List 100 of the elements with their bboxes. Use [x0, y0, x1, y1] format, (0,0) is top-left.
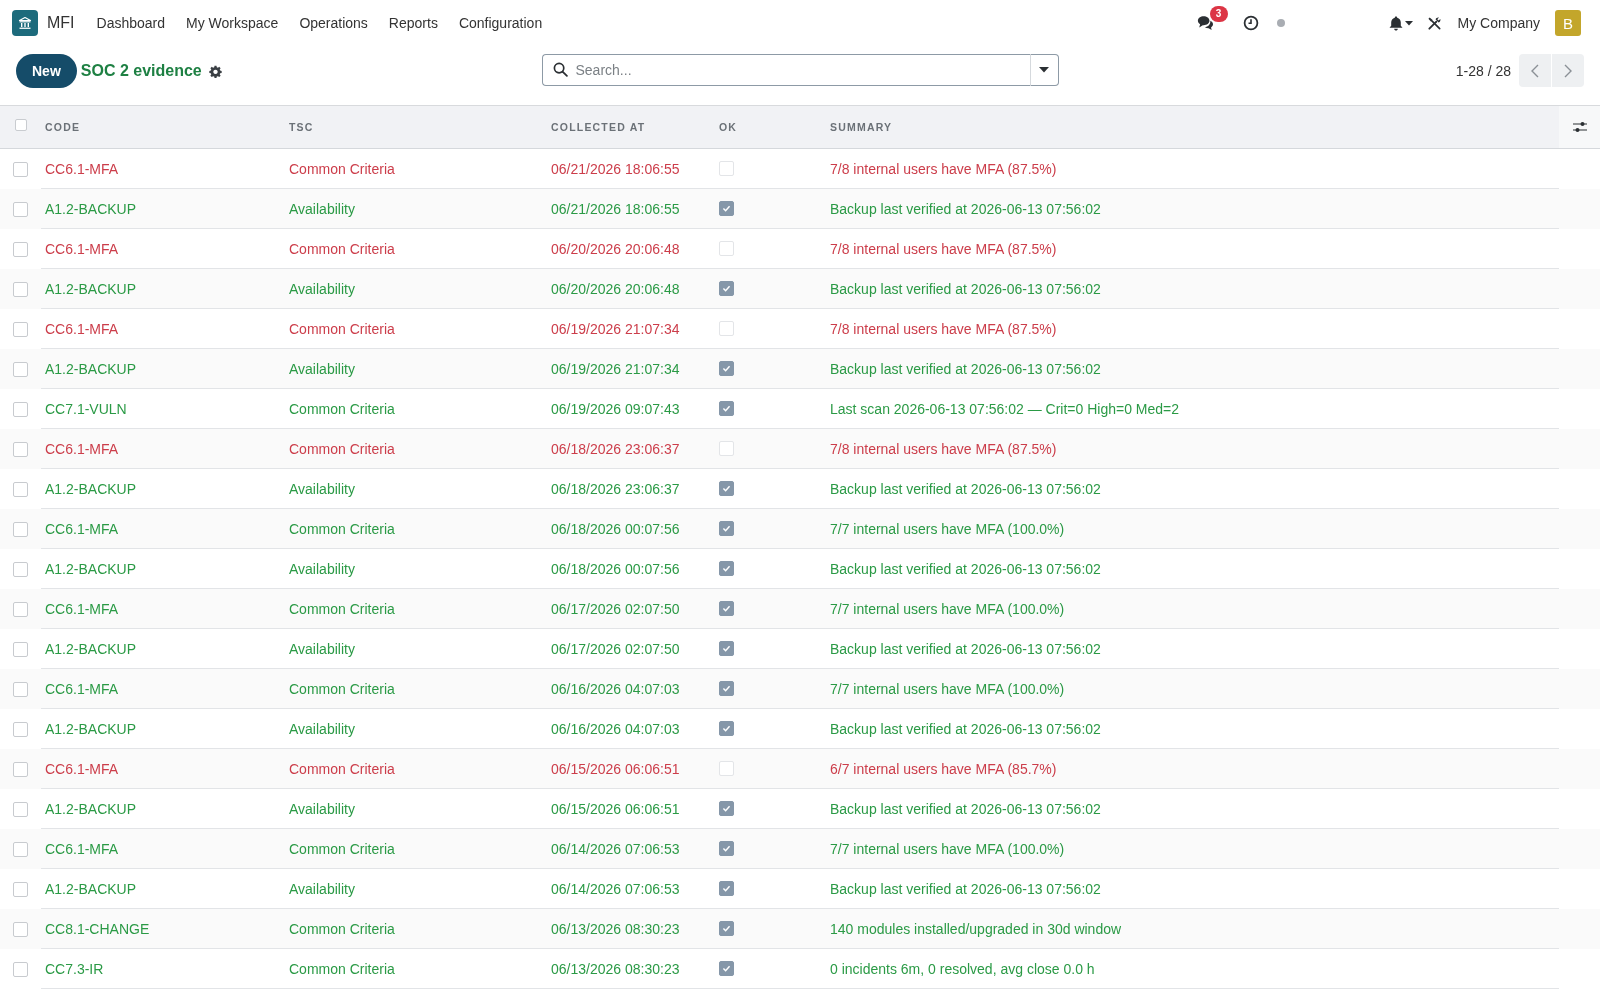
row-checkbox[interactable] [13, 681, 28, 697]
ok-checkbox[interactable] [719, 401, 734, 416]
tick-icon [722, 565, 731, 572]
row-checkbox[interactable] [13, 201, 28, 217]
clock-icon[interactable] [1242, 15, 1259, 31]
row-checkbox[interactable] [13, 961, 28, 977]
building-logo-icon[interactable] [12, 10, 38, 36]
chat-icon[interactable] [1195, 15, 1214, 31]
row-checkbox[interactable] [13, 481, 28, 497]
row-checkbox[interactable] [13, 241, 28, 257]
table-cell: Availability [285, 269, 547, 309]
menu-item[interactable]: My Workspace [186, 15, 279, 31]
ok-checkbox[interactable] [719, 721, 734, 736]
column-header[interactable]: OK [719, 121, 738, 133]
next-page-button[interactable] [1552, 54, 1584, 87]
menu-item[interactable]: Operations [299, 15, 368, 31]
caret-icon[interactable] [1404, 20, 1413, 26]
row-checkbox[interactable] [13, 161, 28, 177]
table-cell: Common Criteria [285, 429, 547, 469]
row-checkbox[interactable] [13, 441, 28, 457]
tick-icon [722, 885, 731, 892]
select-all-checkbox[interactable] [14, 118, 27, 131]
table-cell: CC6.1-MFA [41, 589, 285, 629]
ok-checkbox[interactable] [719, 681, 734, 696]
table-cell: 7/7 internal users have MFA (100.0%) [826, 669, 1559, 709]
table-cell: CC6.1-MFA [41, 829, 285, 869]
row-checkbox[interactable] [13, 401, 28, 417]
row-checkbox[interactable] [13, 361, 28, 377]
column-header[interactable]: COLLECTED AT [551, 121, 646, 133]
table-cell: 06/21/2026 18:06:55 [547, 189, 715, 229]
previous-page-button[interactable] [1519, 54, 1551, 87]
table-cell: Common Criteria [285, 829, 547, 869]
page-title[interactable]: SOC 2 evidence [80, 62, 202, 80]
ok-checkbox[interactable] [719, 361, 734, 376]
tick-icon [722, 645, 731, 652]
row-checkbox[interactable] [13, 921, 28, 937]
row-checkbox[interactable] [13, 281, 28, 297]
ok-checkbox[interactable] [719, 601, 734, 616]
table-cell: Backup last verified at 2026-06-13 07:56:02 [826, 269, 1559, 309]
table-cell: 7/7 internal users have MFA (100.0%) [826, 509, 1559, 549]
table-cell: 140 modules installed/upgraded in 30d window [826, 909, 1559, 949]
ok-checkbox[interactable] [719, 281, 734, 296]
ok-checkbox[interactable] [719, 521, 734, 536]
column-header[interactable]: TSC [289, 121, 314, 133]
tick-icon [722, 965, 731, 972]
column-header[interactable]: SUMMARY [830, 121, 893, 133]
tick-icon [722, 285, 731, 292]
row-checkbox[interactable] [13, 761, 28, 777]
menu-item[interactable]: Dashboard [96, 15, 166, 31]
row-checkbox[interactable] [13, 601, 28, 617]
row-checkbox[interactable] [13, 641, 28, 657]
row-checkbox[interactable] [13, 841, 28, 857]
row-checkbox[interactable] [13, 721, 28, 737]
table-cell: CC6.1-MFA [41, 669, 285, 709]
column-header[interactable]: CODE [45, 121, 81, 133]
company-switcher[interactable]: My Company [1457, 15, 1540, 31]
new-button[interactable]: New [16, 54, 77, 88]
table-cell: Backup last verified at 2026-06-13 07:56:02 [826, 349, 1559, 389]
app-name-link[interactable]: MFI [47, 14, 75, 32]
row-checkbox[interactable] [13, 561, 28, 577]
table-cell: 06/20/2026 20:06:48 [547, 269, 715, 309]
ok-checkbox[interactable] [719, 641, 734, 656]
tick-icon [722, 845, 731, 852]
table-cell: Backup last verified at 2026-06-13 07:56:02 [826, 189, 1559, 229]
tick-icon [722, 405, 731, 412]
table-cell: 06/14/2026 07:06:53 [547, 829, 715, 869]
table-cell: 7/8 internal users have MFA (87.5%) [826, 429, 1559, 469]
bell-icon[interactable] [1388, 15, 1403, 31]
tools-icon[interactable] [1426, 15, 1442, 31]
pager-value[interactable]: 1-28 / 28 [1455, 62, 1511, 79]
settings-icon[interactable] [208, 64, 222, 78]
sliders-icon[interactable] [1572, 121, 1587, 133]
caret-icon [1039, 67, 1049, 73]
table-cell: 06/19/2026 21:07:34 [547, 349, 715, 389]
table-cell: 06/18/2026 23:06:37 [547, 429, 715, 469]
ok-checkbox[interactable] [719, 801, 734, 816]
search-field[interactable]: Search... [541, 54, 1030, 86]
menu-item[interactable]: Reports [388, 15, 438, 31]
row-checkbox[interactable] [13, 321, 28, 337]
search-options-button[interactable] [1029, 54, 1059, 86]
menu-item[interactable]: Configuration [458, 15, 543, 31]
ok-checkbox[interactable] [719, 841, 734, 856]
search-icon [552, 62, 568, 77]
ok-checkbox[interactable] [719, 961, 734, 976]
notification-badge: 3 [1209, 6, 1228, 22]
table-cell: 06/13/2026 08:30:23 [547, 909, 715, 949]
ok-checkbox[interactable] [719, 201, 734, 216]
ok-checkbox[interactable] [719, 481, 734, 496]
table-cell: 7/7 internal users have MFA (100.0%) [826, 589, 1559, 629]
row-checkbox[interactable] [13, 521, 28, 537]
ok-checkbox[interactable] [719, 561, 734, 576]
table-cell: CC8.1-CHANGE [41, 909, 285, 949]
row-checkbox[interactable] [13, 881, 28, 897]
row-checkbox[interactable] [13, 801, 28, 817]
ok-checkbox[interactable] [719, 881, 734, 896]
ok-checkbox[interactable] [719, 921, 734, 936]
table-cell: Availability [285, 189, 547, 229]
tick-icon [722, 725, 731, 732]
table-cell: Common Criteria [285, 669, 547, 709]
table-cell: Common Criteria [285, 589, 547, 629]
